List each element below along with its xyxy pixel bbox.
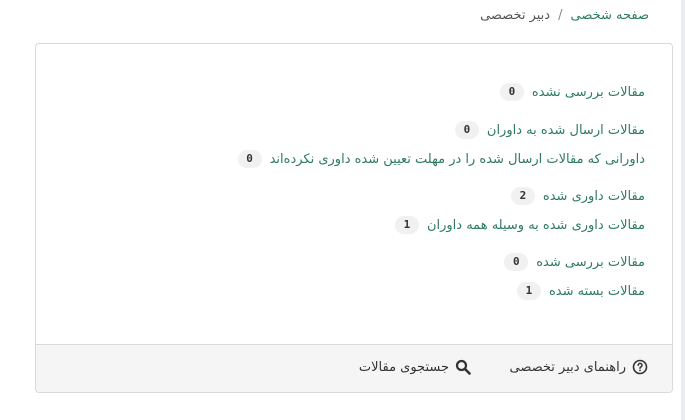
stat-label: مقالات داوری شده به وسیله همه داوران [426,217,645,233]
stat-count-badge: 2 [510,187,535,205]
stat-label: مقالات بررسی نشده [531,84,645,100]
stat-count-badge: 1 [394,216,419,234]
card-footer: راهنمای دبیر تخصصی جستجوی مقالات [36,344,672,392]
stats-card: مقالات بررسی نشده 0 مقالات ارسال شده به … [35,43,673,393]
stat-count-badge: 0 [499,83,524,101]
stat-label: مقالات بسته شده [548,283,645,299]
stat-row-reviewed-by-all[interactable]: مقالات داوری شده به وسیله همه داوران 1 [394,215,645,235]
right-edge-border [681,0,685,420]
question-circle-icon [632,359,648,375]
breadcrumb-home-link[interactable]: صفحه شخصی [570,8,649,23]
editor-guide-link[interactable]: راهنمای دبیر تخصصی [510,359,648,375]
search-icon [455,359,471,375]
stat-row-checked[interactable]: مقالات بررسی شده 0 [504,252,645,272]
breadcrumb-separator: / [558,8,563,23]
stat-count-badge: 1 [516,282,541,300]
stat-row-reviewed[interactable]: مقالات داوری شده 2 [510,186,645,206]
breadcrumb: صفحه شخصی / دبیر تخصصی [480,8,649,23]
stat-row-closed[interactable]: مقالات بسته شده 1 [516,281,645,301]
stat-count-badge: 0 [237,150,262,168]
search-articles-label: جستجوی مقالات [358,359,449,375]
stat-count-badge: 0 [504,253,529,271]
stat-label: مقالات ارسال شده به داوران [486,122,645,138]
stat-label: مقالات بررسی شده [536,254,645,270]
stat-count-badge: 0 [454,121,479,139]
search-articles-link[interactable]: جستجوی مقالات [359,359,471,375]
stat-row-sent-to-reviewers[interactable]: مقالات ارسال شده به داوران 0 [454,120,645,140]
stat-row-overdue-reviewers[interactable]: داورانی که مقالات ارسال شده را در مهلت ت… [237,149,645,169]
stat-row-unreviewed[interactable]: مقالات بررسی نشده 0 [499,82,645,102]
stat-label: مقالات داوری شده [542,188,645,204]
stat-label: داورانی که مقالات ارسال شده را در مهلت ت… [269,151,645,167]
breadcrumb-current: دبیر تخصصی [480,8,551,23]
editor-guide-label: راهنمای دبیر تخصصی [509,359,626,375]
